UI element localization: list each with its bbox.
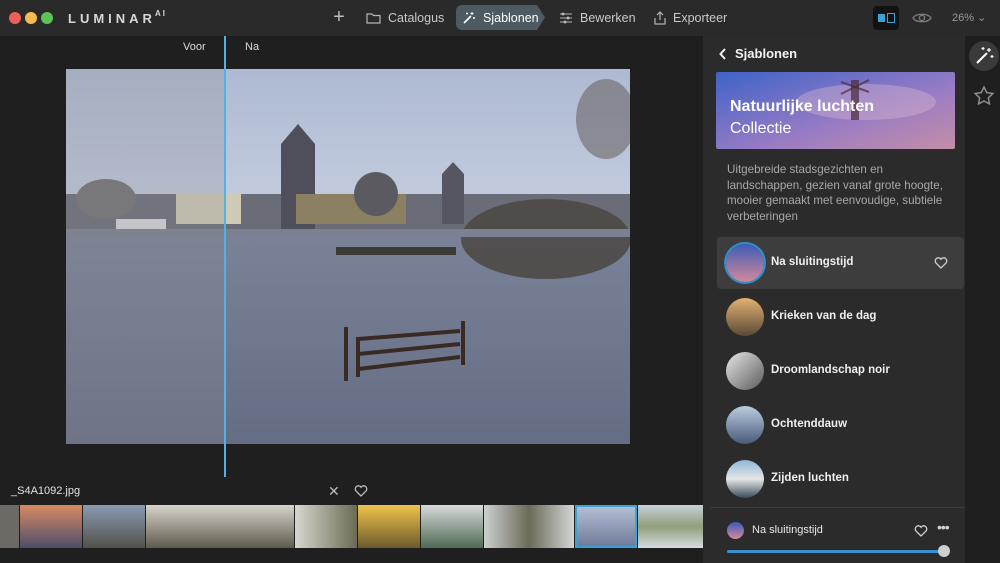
eye-icon bbox=[912, 13, 932, 23]
preview-toggle[interactable] bbox=[911, 9, 933, 27]
app-logo-suffix: AI bbox=[155, 9, 167, 18]
after-label: Na bbox=[245, 41, 260, 53]
template-label: Droomlandschap noir bbox=[771, 364, 890, 376]
chevron-left-icon bbox=[719, 47, 726, 60]
template-thumbnail bbox=[726, 244, 764, 282]
export-icon bbox=[654, 10, 666, 25]
template-amount-slider[interactable] bbox=[727, 550, 944, 553]
template-item-na-sluitingstijd[interactable]: Na sluitingstijd bbox=[717, 237, 964, 289]
panel-divider bbox=[710, 507, 965, 508]
sliders-icon bbox=[560, 12, 572, 23]
template-item-ochtenddauw[interactable]: Ochtenddauw bbox=[717, 399, 964, 451]
slider-fill bbox=[727, 550, 944, 553]
more-icon[interactable]: ••• bbox=[937, 519, 950, 535]
filmstrip-thumbnail[interactable] bbox=[295, 505, 357, 548]
top-bar: LUMINAR AI + Catalogus Sjablonen Bewerke… bbox=[0, 0, 1000, 36]
template-label: Ochtenddauw bbox=[771, 418, 848, 430]
heart-icon[interactable] bbox=[934, 256, 948, 270]
filmstrip-thumbnail[interactable] bbox=[0, 505, 19, 548]
window-minimize-button[interactable] bbox=[25, 12, 37, 24]
template-item-krieken-van-de-dag[interactable]: Krieken van de dag bbox=[717, 291, 964, 343]
close-icon[interactable]: ✕ bbox=[328, 483, 340, 500]
template-label: Krieken van de dag bbox=[771, 310, 877, 322]
template-thumbnail bbox=[726, 352, 764, 390]
filmstrip-thumbnail-selected[interactable] bbox=[575, 505, 637, 548]
tab-templates-label: Sjablonen bbox=[483, 10, 539, 25]
magic-wand-icon bbox=[463, 11, 475, 24]
template-label: Na sluitingstijd bbox=[771, 256, 854, 268]
chevron-down-icon: ⌄ bbox=[977, 12, 987, 24]
tab-export-label: Exporteer bbox=[673, 10, 728, 25]
current-template-thumbnail bbox=[727, 522, 744, 539]
current-template-label: Na sluitingstijd bbox=[752, 524, 823, 536]
templates-tool-button[interactable] bbox=[969, 41, 999, 71]
compare-button[interactable] bbox=[873, 6, 899, 30]
filmstrip-thumbnail[interactable] bbox=[146, 505, 294, 548]
tab-templates[interactable]: Sjablonen bbox=[456, 5, 545, 30]
template-item-droomlandschap-noir[interactable]: Droomlandschap noir bbox=[717, 345, 964, 397]
before-after-divider[interactable] bbox=[224, 36, 226, 477]
filmstrip bbox=[0, 505, 703, 549]
tab-edit-label: Bewerken bbox=[580, 10, 636, 25]
before-label: Voor bbox=[183, 41, 206, 53]
add-photos-button[interactable]: + bbox=[328, 6, 350, 28]
collection-banner: Natuurlijke luchten Collectie bbox=[716, 72, 955, 149]
tab-edit[interactable]: Bewerken bbox=[553, 5, 642, 30]
plus-icon: + bbox=[333, 6, 345, 28]
window-zoom-button[interactable] bbox=[41, 12, 53, 24]
folder-icon bbox=[366, 12, 381, 24]
slider-handle[interactable] bbox=[938, 545, 950, 557]
heart-icon[interactable] bbox=[354, 484, 368, 498]
collection-description: Uitgebreide stadsgezichten en landschapp… bbox=[727, 163, 943, 223]
filmstrip-thumbnail[interactable] bbox=[83, 505, 145, 548]
file-name: _S4A1092.jpg bbox=[11, 485, 81, 497]
filmstrip-thumbnail[interactable] bbox=[421, 505, 483, 548]
window-close-button[interactable] bbox=[9, 12, 21, 24]
template-label: Zijden luchten bbox=[771, 472, 849, 484]
compare-icon bbox=[878, 14, 885, 22]
filmstrip-thumbnail[interactable] bbox=[358, 505, 420, 548]
template-thumbnail bbox=[726, 298, 764, 336]
magic-wand-icon bbox=[976, 47, 994, 64]
banner-title: Natuurlijke luchten bbox=[730, 98, 875, 115]
template-item-zijden-luchten[interactable]: Zijden luchten bbox=[717, 453, 964, 505]
app-logo: LUMINAR bbox=[68, 11, 156, 26]
back-label: Sjablonen bbox=[735, 46, 798, 61]
main-photo[interactable] bbox=[66, 69, 630, 444]
filmstrip-thumbnail[interactable] bbox=[484, 505, 574, 548]
tab-catalog[interactable]: Catalogus bbox=[360, 5, 450, 30]
tab-catalog-label: Catalogus bbox=[388, 10, 445, 25]
heart-icon[interactable] bbox=[914, 524, 928, 538]
filmstrip-thumbnail[interactable] bbox=[638, 505, 703, 548]
template-thumbnail bbox=[726, 406, 764, 444]
tool-rail bbox=[965, 36, 1000, 563]
tab-export[interactable]: Exporteer bbox=[648, 5, 733, 30]
zoom-value: 26% bbox=[952, 12, 975, 24]
filmstrip-thumbnail[interactable] bbox=[20, 505, 82, 548]
star-icon[interactable] bbox=[972, 84, 996, 108]
template-thumbnail bbox=[726, 460, 764, 498]
banner-subtitle: Collectie bbox=[730, 120, 792, 137]
back-to-templates[interactable]: Sjablonen bbox=[719, 46, 797, 61]
zoom-dropdown[interactable]: 26% ⌄ bbox=[952, 11, 986, 24]
